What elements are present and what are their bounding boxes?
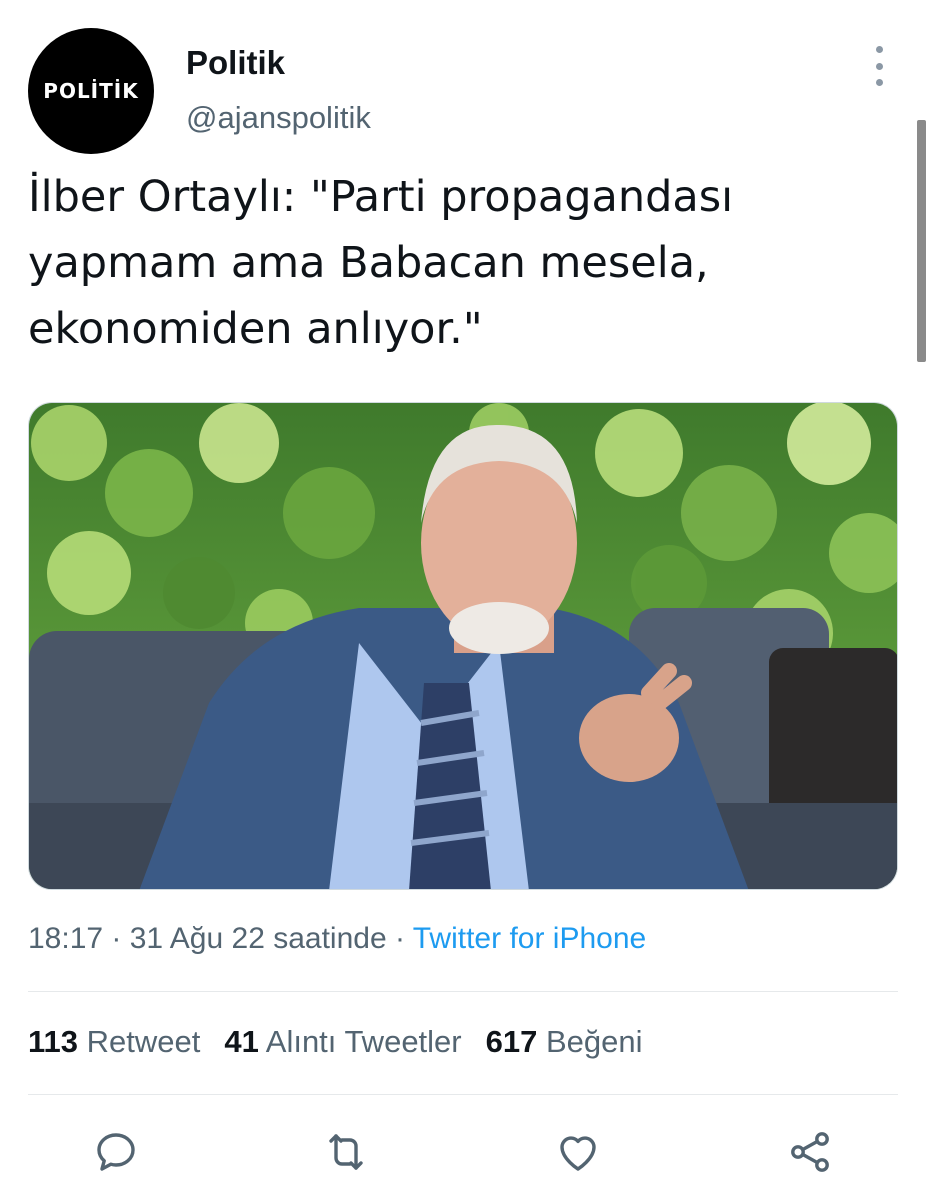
likes-label: Beğeni [545,1024,643,1059]
likes-count: 617 [485,1024,538,1059]
tweet-text-line: ekonomiden anlıyor." [28,304,483,354]
retweets-label: Retweet [86,1024,201,1059]
meta-separator: · [386,922,413,955]
likes-stat[interactable]: 617 Beğeni [486,1024,643,1059]
retweet-icon [329,1134,363,1170]
tweet-time[interactable]: 18:17 [28,922,103,955]
tweet-stats: 113 Retweet 41 Alıntı Tweetler 617 Beğeni [28,1024,643,1060]
tweet-text-line: yapmam ama Babacan mesela, [28,238,709,288]
tweet-text-line: İlber Ortaylı: "Parti propagandası [28,172,734,222]
tweet-date[interactable]: 31 Ağu 22 saatinde [130,922,387,955]
tweet-meta: 18:17 · 31 Ağu 22 saatinde · Twitter for… [28,922,646,956]
retweets-stat[interactable]: 113 Retweet [28,1024,200,1059]
share-button[interactable] [782,1124,838,1180]
meta-separator: · [103,922,130,955]
retweet-button[interactable] [318,1124,374,1180]
divider [28,991,898,992]
reply-button[interactable] [88,1124,144,1180]
avatar-logo-text: POLİTİK [43,79,139,103]
tweet-photo[interactable] [28,402,898,890]
avatar[interactable]: POLİTİK [28,28,154,154]
tweet-source-link[interactable]: Twitter for iPhone [413,922,646,955]
quotes-stat[interactable]: 41 Alıntı Tweetler [224,1024,461,1059]
heart-icon [560,1136,596,1171]
more-options-icon[interactable] [866,46,892,86]
share-icon [791,1132,829,1172]
author-display-name[interactable]: Politik [186,44,285,82]
divider [28,1094,898,1095]
scrollbar[interactable] [917,120,926,362]
quotes-label: Alıntı Tweetler [265,1024,462,1059]
quotes-count: 41 [224,1024,259,1059]
tweet-action-bar [0,1124,926,1184]
author-handle[interactable]: @ajanspolitik [186,100,371,136]
like-button[interactable] [550,1124,606,1180]
tweet-text: İlber Ortaylı: "Parti propagandası yapma… [28,164,888,362]
retweets-count: 113 [28,1024,79,1059]
reply-icon [97,1133,135,1171]
